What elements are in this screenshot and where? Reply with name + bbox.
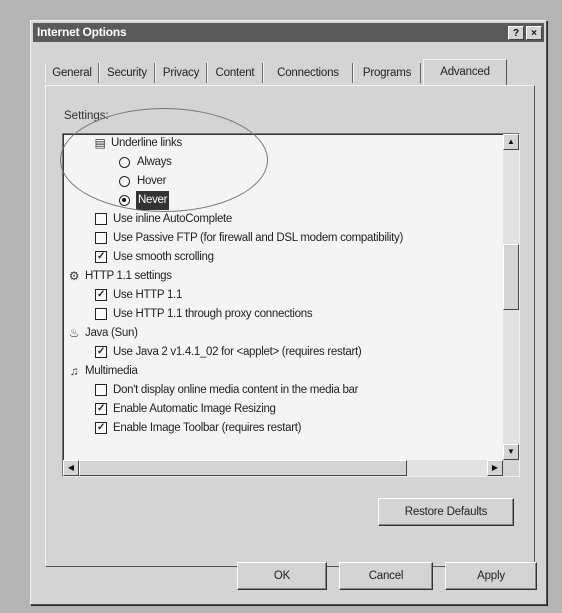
checkbox-checked[interactable]: ✓ [95,251,107,263]
tab-strip: General Security Privacy Content Connect… [45,59,535,86]
settings-label: Settings: [64,110,109,122]
advanced-panel: Settings: ▤ Underline links Always Hover… [45,85,535,567]
multimedia-icon: ♫ [69,364,79,378]
internet-options-dialog: Internet Options ? × General Security Pr… [30,20,547,605]
tab-connections[interactable]: Connections [263,63,353,83]
radio-button[interactable] [119,157,130,168]
scroll-down-arrow-icon[interactable]: ▼ [503,444,519,460]
checkbox-checked[interactable]: ✓ [95,422,107,434]
tab-general[interactable]: General [45,63,99,83]
checkbox[interactable] [95,232,107,244]
http-settings-icon: ⚙ [68,269,80,283]
java-cup-icon: ♨ [68,326,80,340]
tab-privacy[interactable]: Privacy [155,63,207,83]
apply-button[interactable]: Apply [445,562,537,590]
checkbox[interactable] [95,384,107,396]
radio-button-selected[interactable] [119,195,130,206]
horizontal-scroll-thumb[interactable] [79,460,407,476]
vertical-scrollbar[interactable]: ▲ ▼ [503,134,519,460]
title-bar[interactable]: Internet Options ? × [33,23,544,42]
scroll-corner [503,460,519,476]
tab-content[interactable]: Content [207,63,263,83]
checkbox-checked[interactable]: ✓ [95,289,107,301]
scroll-up-arrow-icon[interactable]: ▲ [503,134,519,150]
checkbox-checked[interactable]: ✓ [95,346,107,358]
checkbox-checked[interactable]: ✓ [95,403,107,415]
radio-button[interactable] [119,176,130,187]
window-title: Internet Options [37,25,127,39]
horizontal-scrollbar[interactable]: ◀ ▶ [63,460,503,476]
close-button[interactable]: × [526,26,542,40]
scroll-right-arrow-icon[interactable]: ▶ [487,460,503,476]
tab-advanced[interactable]: Advanced [423,59,507,86]
vertical-scroll-thumb[interactable] [503,244,519,310]
settings-tree[interactable]: ▤ Underline links Always Hover Never Use… [62,133,520,477]
checkbox[interactable] [95,308,107,320]
help-button[interactable]: ? [508,26,524,40]
scroll-left-arrow-icon[interactable]: ◀ [63,460,79,476]
ok-button[interactable]: OK [237,562,327,590]
tab-programs[interactable]: Programs [353,63,421,83]
cancel-button[interactable]: Cancel [339,562,433,590]
restore-defaults-button[interactable]: Restore Defaults [378,498,514,526]
link-settings-icon: ▤ [94,136,106,150]
checkbox[interactable] [95,213,107,225]
tab-security[interactable]: Security [99,63,155,83]
